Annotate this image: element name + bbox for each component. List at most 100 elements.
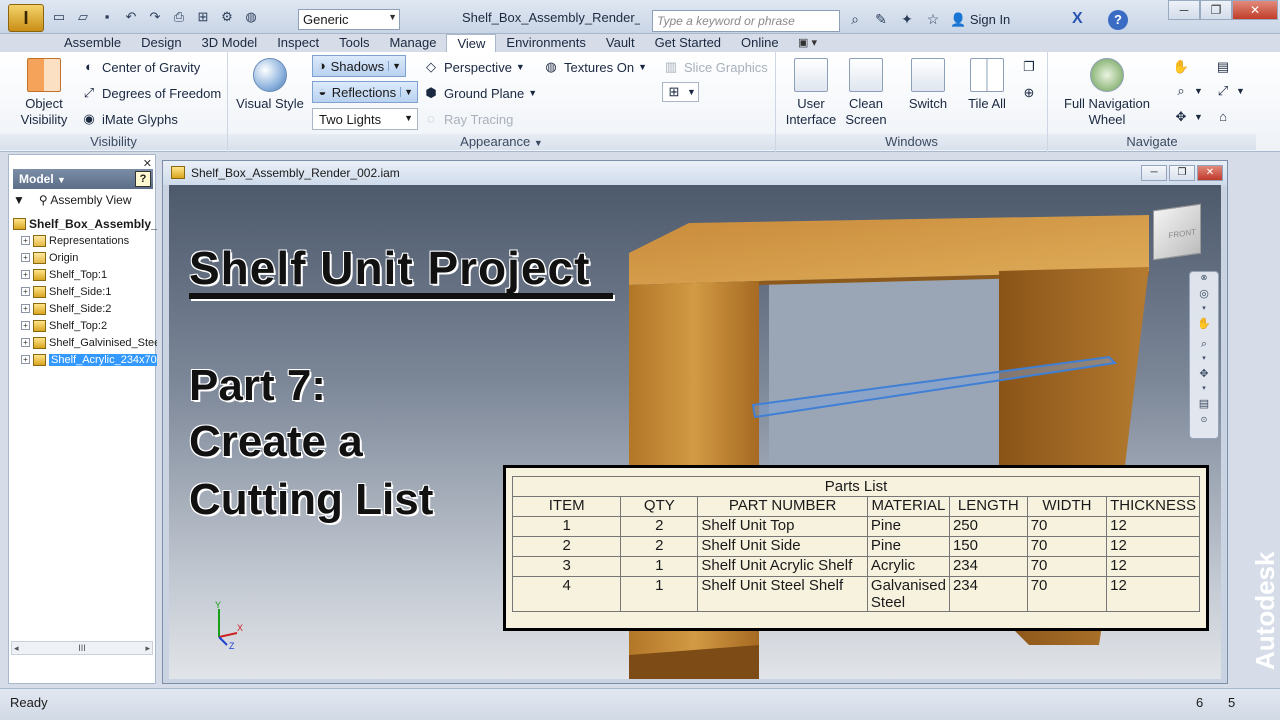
filter-icon[interactable]: ▼ <box>13 193 25 207</box>
color-wheel-icon[interactable]: ◍ <box>242 8 260 26</box>
ray-tracing-button[interactable]: ◌ Ray Tracing <box>422 110 513 128</box>
satellite-icon[interactable]: ✦ <box>898 10 916 28</box>
tree-root-assembly[interactable]: Shelf_Box_Assembly_R <box>13 215 157 232</box>
parts-list[interactable]: Parts List ITEM QTY PART NUMBER MATERIAL LEN… <box>503 465 1209 631</box>
orbit-button[interactable]: ✥ ▼ <box>1172 108 1203 126</box>
update-icon[interactable]: ⚙ <box>218 8 236 26</box>
switch-button[interactable]: Switch <box>900 58 956 112</box>
document-restore-button[interactable]: ❐ <box>1169 165 1195 181</box>
tab-assemble[interactable]: Assemble <box>54 34 131 52</box>
table-row[interactable]: 1 2 Shelf Unit Top Pine 250 70 12 <box>511 516 1200 537</box>
imate-glyphs-button[interactable]: ◉ iMate Glyphs <box>80 110 178 128</box>
tree-node[interactable]: + Shelf_Side:2 <box>13 300 157 317</box>
search-input[interactable]: Type a keyword or phrase <box>652 10 840 32</box>
expand-icon[interactable]: + <box>21 236 30 245</box>
slice-graphics-button[interactable]: ▥ Slice Graphics <box>662 58 768 76</box>
viewcube[interactable]: FRONT <box>1153 203 1201 261</box>
expand-icon[interactable]: + <box>21 287 30 296</box>
clean-screen-button[interactable]: Clean Screen <box>840 58 892 128</box>
tree-node[interactable]: + Shelf_Galvinised_Stee <box>13 334 157 351</box>
tab-view[interactable]: View <box>446 34 497 52</box>
tab-overflow-icon[interactable]: ▣ ▾ <box>798 36 817 49</box>
chevron-down-icon[interactable]: ▾ <box>1190 384 1218 394</box>
center-of-gravity-button[interactable]: ◐ Center of Gravity <box>80 58 200 76</box>
chevron-down-icon[interactable]: ▾ <box>1190 354 1218 364</box>
3d-viewport[interactable]: Shelf Unit Project Part 7: Create a Cutt… <box>169 185 1221 679</box>
reflections-toggle[interactable]: ◒ Reflections ▼ <box>312 81 418 103</box>
zoom-all-button[interactable]: ⤢ ▼ <box>1214 82 1245 100</box>
tree-node[interactable]: + Shelf_Side:1 <box>13 283 157 300</box>
tab-online[interactable]: Online <box>731 34 789 52</box>
orbit-icon[interactable]: ✥ <box>1190 364 1218 384</box>
expand-icon[interactable]: + <box>21 253 30 262</box>
minimize-button[interactable]: ─ <box>1168 0 1200 20</box>
ground-plane-button[interactable]: ⬢ Ground Plane ▼ <box>422 84 537 102</box>
table-row[interactable]: 4 1 Shelf Unit Steel Shelf Galvanised Steel… <box>511 576 1200 612</box>
model-browser-tab[interactable]: Model ▼ <box>13 169 153 189</box>
tile-all-button[interactable]: Tile All <box>960 58 1014 112</box>
print-icon[interactable]: ⎙ <box>170 8 188 26</box>
zoom-button[interactable]: ⌕ ▼ <box>1172 82 1203 100</box>
expand-icon[interactable]: + <box>21 338 30 347</box>
select-icon[interactable]: ⊞ <box>194 8 212 26</box>
new-window-button[interactable]: ⊕ <box>1020 84 1038 102</box>
expand-icon[interactable]: + <box>21 355 30 364</box>
tab-environments[interactable]: Environments <box>496 34 595 52</box>
user-interface-button[interactable]: User Interface <box>784 58 838 128</box>
application-menu-button[interactable]: I <box>8 4 44 32</box>
tree-node[interactable]: + Origin <box>13 249 157 266</box>
redo-icon[interactable]: ↷ <box>146 8 164 26</box>
steering-wheel-icon[interactable]: ◎ <box>1190 284 1218 304</box>
zoom-icon[interactable]: ⌕ <box>1190 334 1218 354</box>
look-at-icon[interactable]: ▤ <box>1190 394 1218 414</box>
close-icon[interactable]: ⊗ <box>1190 272 1218 284</box>
tab-design[interactable]: Design <box>131 34 191 52</box>
cascade-button[interactable]: ❐ <box>1020 58 1038 76</box>
customize-icon[interactable]: ⊙ <box>1190 414 1218 426</box>
close-button[interactable]: ✕ <box>1232 0 1278 20</box>
chevron-down-icon[interactable]: ▼ <box>388 61 401 71</box>
new-file-icon[interactable]: ▭ <box>50 8 68 26</box>
tab-manage[interactable]: Manage <box>379 34 446 52</box>
browser-help-icon[interactable]: ? <box>135 171 151 187</box>
undo-icon[interactable]: ↶ <box>122 8 140 26</box>
chevron-down-icon[interactable]: ▼ <box>534 138 543 148</box>
open-folder-icon[interactable]: ▱ <box>74 8 92 26</box>
tree-node[interactable]: + Shelf_Top:2 <box>13 317 157 334</box>
expand-icon[interactable]: + <box>21 270 30 279</box>
expand-icon[interactable]: + <box>21 321 30 330</box>
hand-pan-icon[interactable]: ✋ <box>1190 314 1218 334</box>
binoculars-icon[interactable]: ⌕ <box>846 10 864 28</box>
tree-node[interactable]: + Shelf_Top:1 <box>13 266 157 283</box>
perspective-button[interactable]: ◇ Perspective ▼ <box>422 58 525 76</box>
restore-button[interactable]: ❐ <box>1200 0 1232 20</box>
tab-vault[interactable]: Vault <box>596 34 645 52</box>
home-view-button[interactable]: ⌂ <box>1214 108 1232 126</box>
lighting-style-select[interactable]: Two Lights ▼ <box>312 108 418 130</box>
star-icon[interactable]: ☆ <box>924 10 942 28</box>
expand-icon[interactable]: + <box>21 304 30 313</box>
table-row[interactable]: 3 1 Shelf Unit Acrylic Shelf Acrylic 234 70 12 <box>511 556 1200 577</box>
chevron-down-icon[interactable]: ▼ <box>400 87 413 97</box>
shadows-toggle[interactable]: ◑ Shadows ▼ <box>312 55 406 77</box>
save-icon[interactable]: ▪ <box>98 8 116 26</box>
look-at-button[interactable]: ▤ <box>1214 58 1232 76</box>
tree-node[interactable]: + Representations <box>13 232 157 249</box>
horizontal-scrollbar[interactable]: ◂ III ▸ <box>11 641 153 655</box>
chevron-down-icon[interactable]: ▾ <box>1190 304 1218 314</box>
scroll-left-icon[interactable]: ◂ <box>14 642 19 654</box>
degrees-of-freedom-button[interactable]: ⤢ Degrees of Freedom <box>80 84 221 102</box>
help-button[interactable]: ? <box>1108 10 1128 30</box>
tree-node[interactable]: + Shelf_Acrylic_234x70 <box>13 351 157 368</box>
tab-get-started[interactable]: Get Started <box>645 34 731 52</box>
sign-in-link[interactable]: 👤 Sign In <box>950 12 1010 28</box>
textures-on-button[interactable]: ◍ Textures On ▼ <box>542 58 647 76</box>
tab-3d-model[interactable]: 3D Model <box>192 34 268 52</box>
document-close-button[interactable]: ✕ <box>1197 165 1223 181</box>
assembly-view-select[interactable]: ⚲ Assembly View <box>39 193 132 207</box>
exchange-apps-icon[interactable]: X <box>1072 10 1083 28</box>
table-row[interactable]: 2 2 Shelf Unit Side Pine 150 70 12 <box>511 536 1200 557</box>
object-visibility-button[interactable]: Object Visibility <box>14 58 74 128</box>
scroll-right-icon[interactable]: ▸ <box>145 642 150 654</box>
visual-style-button[interactable]: Visual Style <box>234 58 306 112</box>
